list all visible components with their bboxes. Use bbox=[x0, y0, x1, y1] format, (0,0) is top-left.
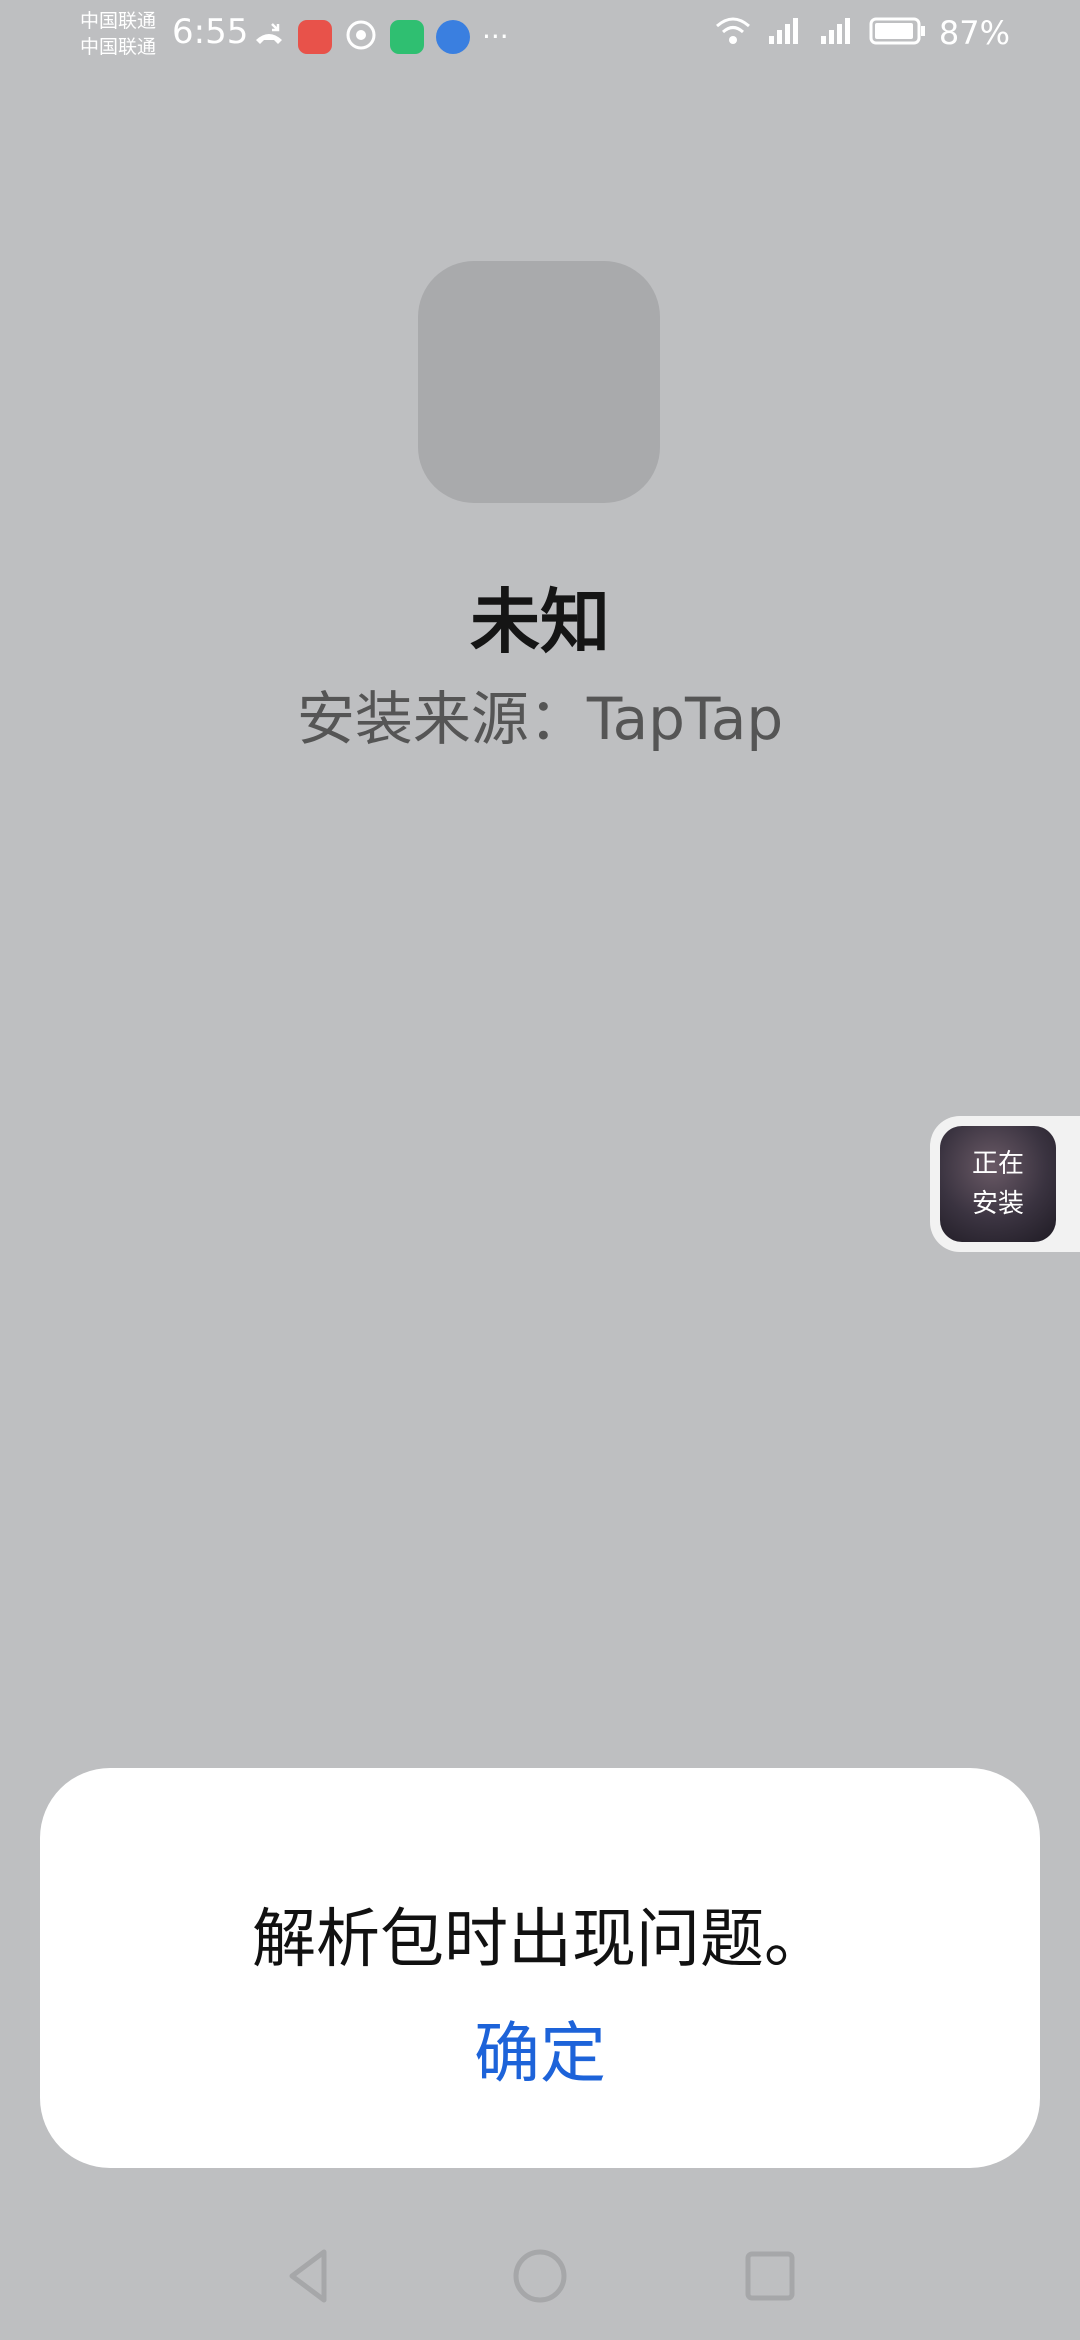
app-icon bbox=[390, 20, 424, 54]
install-screen: 中国联通 中国联通 6:55 ··· 87% 未知 安装来源：TapTap 正在… bbox=[0, 0, 1080, 2340]
install-source: 安装来源：TapTap bbox=[296, 685, 784, 753]
huawei-app-icon bbox=[298, 20, 332, 54]
status-time: 6:55 bbox=[172, 12, 249, 52]
app-icon-placeholder bbox=[418, 261, 660, 503]
signal-4g-icon bbox=[817, 14, 857, 52]
wifi-icon bbox=[713, 14, 753, 52]
location-icon bbox=[344, 18, 378, 56]
error-dialog: 解析包时出现问题。 确定 bbox=[40, 1768, 1040, 2168]
carrier-2: 中国联通 bbox=[80, 36, 157, 58]
signal-4g-icon bbox=[765, 14, 805, 52]
recents-square-icon[interactable] bbox=[738, 2244, 802, 2308]
app-name: 未知 bbox=[470, 581, 610, 663]
battery-percentage: 87% bbox=[938, 14, 1010, 52]
navigation-bar bbox=[0, 2220, 1080, 2340]
carrier-1: 中国联通 bbox=[80, 10, 157, 32]
missed-call-icon bbox=[252, 18, 286, 56]
browser-icon bbox=[436, 20, 470, 54]
installing-bubble[interactable]: 正在 安装 bbox=[930, 1116, 1080, 1252]
dialog-message: 解析包时出现问题。 bbox=[252, 1903, 828, 1977]
home-circle-icon[interactable] bbox=[508, 2244, 572, 2308]
carrier-info: 中国联通 中国联通 bbox=[80, 8, 156, 60]
battery-icon bbox=[869, 14, 927, 52]
confirm-button[interactable]: 确定 bbox=[440, 2004, 640, 2104]
installing-label-2: 安装 bbox=[971, 1189, 1024, 1219]
installing-thumbnail[interactable]: 正在 安装 bbox=[940, 1126, 1056, 1242]
notification-icons: ··· bbox=[252, 18, 509, 56]
more-dots-icon: ··· bbox=[482, 20, 509, 53]
status-right: 87% bbox=[713, 14, 1010, 52]
status-bar: 中国联通 中国联通 6:55 ··· 87% bbox=[0, 0, 1080, 72]
back-triangle-icon[interactable] bbox=[278, 2244, 342, 2308]
installing-label-1: 正在 bbox=[971, 1149, 1024, 1179]
